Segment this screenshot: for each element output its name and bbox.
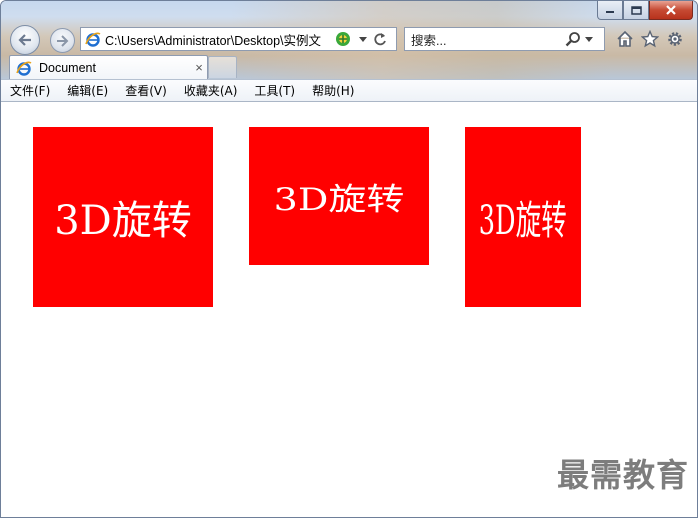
ie-page-icon (85, 32, 101, 47)
address-dropdown[interactable] (357, 31, 369, 47)
rotate-box-1: 3D旋转 (33, 127, 213, 307)
close-icon (666, 5, 676, 15)
menu-file[interactable]: 文件(F) (1, 82, 58, 99)
watermark-logo: 最需教育 (556, 456, 689, 494)
rotate-box-label: 3D旋转 (478, 198, 568, 244)
menu-help[interactable]: 帮助(H) (303, 82, 362, 99)
menu-tools[interactable]: 工具(T) (245, 82, 303, 99)
menu-edit[interactable]: 编辑(E) (58, 82, 116, 99)
dropdown-icon (585, 36, 593, 42)
search-icon[interactable] (565, 31, 581, 47)
tab-close-button[interactable]: × (193, 60, 205, 75)
close-button[interactable] (649, 1, 693, 20)
forward-arrow-icon (56, 34, 68, 47)
dropdown-icon (359, 36, 367, 42)
address-bar[interactable]: C:\Users\Administrator\Desktop\实例文 (80, 27, 397, 51)
tab-document[interactable]: Document × (9, 55, 208, 79)
minimize-icon (606, 11, 614, 13)
new-tab-button[interactable] (208, 56, 237, 78)
search-box[interactable]: 搜索... (404, 27, 605, 51)
search-input[interactable]: 搜索... (411, 30, 561, 49)
rotate-box-label: 3D旋转 (273, 180, 405, 217)
favorites-star-icon[interactable] (641, 30, 659, 48)
back-button[interactable] (10, 25, 40, 55)
search-dropdown[interactable] (583, 31, 595, 47)
home-icon[interactable] (616, 30, 634, 48)
browser-window: C:\Users\Administrator\Desktop\实例文 搜索... (0, 0, 698, 518)
maximize-icon (630, 5, 642, 15)
rotate-box-2: 3D旋转 (249, 127, 429, 265)
back-arrow-icon (18, 34, 31, 46)
maximize-button[interactable] (623, 1, 649, 20)
menu-view[interactable]: 查看(V) (116, 82, 175, 99)
compatibility-icon[interactable] (335, 31, 351, 47)
rotate-box-3: 3D旋转 (465, 127, 581, 307)
page-content: 3D旋转 3D旋转 3D旋转 最需教育 (1, 102, 697, 517)
gear-icon[interactable] (666, 30, 684, 48)
rotate-box-label: 3D旋转 (54, 198, 192, 244)
tab-title: Document (39, 60, 96, 75)
ie-tab-icon (16, 61, 32, 76)
refresh-icon[interactable] (373, 31, 387, 47)
menu-favorites[interactable]: 收藏夹(A) (175, 82, 246, 99)
caption-buttons (597, 1, 693, 21)
minimize-button[interactable] (597, 1, 623, 20)
address-text[interactable]: C:\Users\Administrator\Desktop\实例文 (105, 30, 333, 49)
forward-button[interactable] (50, 28, 75, 53)
menu-bar: 文件(F) 编辑(E) 查看(V) 收藏夹(A) 工具(T) 帮助(H) (1, 79, 697, 102)
title-bar: C:\Users\Administrator\Desktop\实例文 搜索... (1, 1, 697, 79)
